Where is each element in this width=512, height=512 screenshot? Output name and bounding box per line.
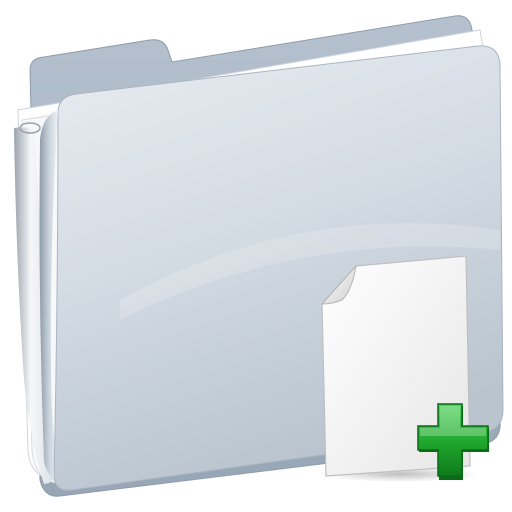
icon-canvas: [0, 0, 512, 512]
folder-add-document-icon: [14, 15, 504, 497]
